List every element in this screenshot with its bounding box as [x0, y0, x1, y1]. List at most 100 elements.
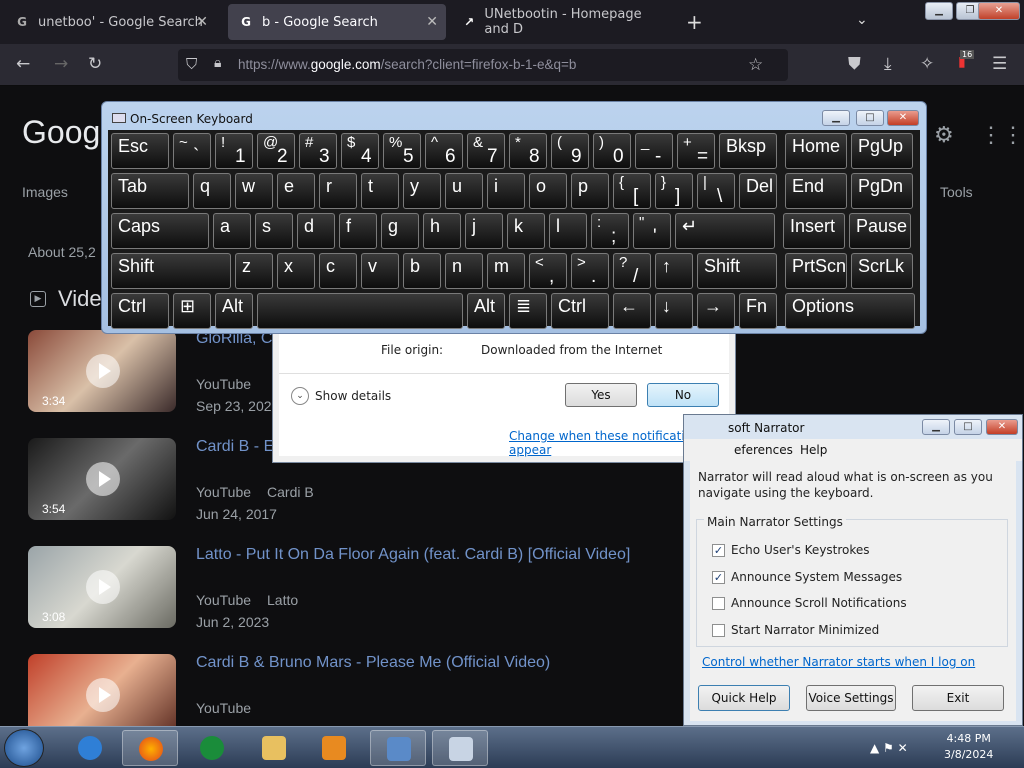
forward-icon[interactable]: → — [54, 54, 68, 74]
key-f[interactable]: f — [339, 213, 377, 249]
url-text[interactable]: https://www.google.com/search?client=fir… — [238, 57, 576, 72]
key-v[interactable]: v — [361, 253, 399, 289]
show-details-toggle[interactable]: ⌄ Show details — [291, 387, 391, 405]
checkbox-checked-icon[interactable]: ✓ — [712, 570, 725, 584]
maximize-button[interactable]: □ — [954, 419, 982, 435]
key-m[interactable]: m — [487, 253, 525, 289]
key-u[interactable]: u — [445, 173, 483, 209]
key-comma[interactable]: <, — [529, 253, 567, 289]
key-w[interactable]: w — [235, 173, 273, 209]
key-backslash[interactable]: | \ — [697, 173, 735, 209]
extensions-icon[interactable]: ✧ — [920, 54, 934, 74]
key-d[interactable]: d — [297, 213, 335, 249]
key-semicolon[interactable]: :; — [591, 213, 629, 249]
minimize-button[interactable]: ▁ — [922, 419, 950, 435]
key-slash[interactable]: ? / — [613, 253, 651, 289]
url-bar[interactable]: ⛉ 🔒︎ https://www.google.com/search?clien… — [178, 49, 788, 81]
settings-gear-icon[interactable]: ⚙ — [934, 122, 954, 148]
video-thumbnail[interactable]: 3:34 — [28, 330, 176, 412]
checkbox-start-minimized[interactable]: Start Narrator Minimized — [712, 623, 879, 637]
checkbox-announce-scroll[interactable]: Announce Scroll Notifications — [712, 596, 907, 610]
taskbar-explorer[interactable] — [246, 730, 302, 766]
minimize-button[interactable]: ▁ — [925, 2, 953, 20]
key-1[interactable]: ! 1 — [215, 133, 253, 169]
key-rshift[interactable]: Shift — [697, 253, 777, 289]
taskbar-osk[interactable] — [432, 730, 488, 766]
key-del[interactable]: Del — [739, 173, 777, 209]
lock-icon[interactable]: 🔒︎ — [214, 55, 221, 71]
video-thumbnail[interactable]: 3:08 — [28, 546, 176, 628]
key-lshift[interactable]: Shift — [111, 253, 231, 289]
checkbox-checked-icon[interactable]: ✓ — [712, 543, 725, 557]
key-e[interactable]: e — [277, 173, 315, 209]
list-tabs-icon[interactable]: ⌄ — [856, 12, 868, 28]
key-z[interactable]: z — [235, 253, 273, 289]
logon-link[interactable]: Control whether Narrator starts when I l… — [702, 655, 975, 669]
key-scrlk[interactable]: ScrLk — [851, 253, 913, 289]
back-icon[interactable]: ← — [16, 54, 30, 74]
key-k[interactable]: k — [507, 213, 545, 249]
key-pause[interactable]: Pause — [849, 213, 911, 249]
key-lbracket[interactable]: {[ — [613, 173, 651, 209]
checkbox-announce-system[interactable]: ✓ Announce System Messages — [712, 570, 902, 584]
menu-preferences[interactable]: eferences — [734, 443, 793, 457]
key-pgdn[interactable]: PgDn — [851, 173, 913, 209]
key-5[interactable]: % 5 — [383, 133, 421, 169]
key-7[interactable]: & 7 — [467, 133, 505, 169]
key-n[interactable]: n — [445, 253, 483, 289]
clock[interactable]: 4:48 PM 3/8/2024 — [944, 731, 993, 763]
pocket-icon[interactable]: ⛊ — [848, 54, 861, 74]
key-x[interactable]: x — [277, 253, 315, 289]
close-tab-icon[interactable]: ✕ — [426, 14, 438, 30]
taskbar-media-player[interactable] — [306, 730, 362, 766]
key-4[interactable]: $4 — [341, 133, 379, 169]
key-insert[interactable]: Insert — [783, 213, 845, 249]
key-3[interactable]: #3 — [299, 133, 337, 169]
close-button[interactable]: ✕ — [887, 110, 919, 126]
key-j[interactable]: j — [465, 213, 503, 249]
key-bksp[interactable]: Bksp — [719, 133, 777, 169]
key-esc[interactable]: Esc — [111, 133, 169, 169]
key-y[interactable]: y — [403, 173, 441, 209]
key-space[interactable] — [257, 293, 463, 329]
key-2[interactable]: @2 — [257, 133, 295, 169]
taskbar-media-center[interactable] — [184, 730, 240, 766]
key-rbracket[interactable]: }] — [655, 173, 693, 209]
menu-icon[interactable]: ☰ — [992, 54, 1007, 74]
nav-images[interactable]: Images — [22, 184, 68, 200]
tab-unetbootin[interactable]: ↗ UNetbootin - Homepage and D — [452, 4, 674, 40]
key-enter[interactable]: ↵ — [675, 213, 775, 249]
key-minus[interactable]: _ - — [635, 133, 673, 169]
key-right[interactable]: → — [697, 293, 735, 329]
no-button[interactable]: No — [647, 383, 719, 407]
key-period[interactable]: >. — [571, 253, 609, 289]
key-a[interactable]: a — [213, 213, 251, 249]
key-pgup[interactable]: PgUp — [851, 133, 913, 169]
key-options[interactable]: Options — [785, 293, 915, 329]
key-c[interactable]: c — [319, 253, 357, 289]
voice-settings-button[interactable]: Voice Settings — [806, 685, 896, 711]
key-t[interactable]: t — [361, 173, 399, 209]
key-home[interactable]: Home — [785, 133, 847, 169]
key-down[interactable]: ↓ — [655, 293, 693, 329]
checkbox-echo-keystrokes[interactable]: ✓ Echo User's Keystrokes — [712, 543, 870, 557]
quick-help-button[interactable]: Quick Help — [698, 685, 790, 711]
exit-button[interactable]: Exit — [912, 685, 1004, 711]
video-title[interactable]: Cardi B - E — [196, 438, 274, 456]
key-ralt[interactable]: Alt — [467, 293, 505, 329]
key-caps[interactable]: Caps — [111, 213, 209, 249]
system-tray[interactable]: ▲ ⚑ ✕ — [870, 741, 908, 755]
key-tab[interactable]: Tab — [111, 173, 189, 209]
key-g[interactable]: g — [381, 213, 419, 249]
key-fn[interactable]: Fn — [739, 293, 777, 329]
new-tab-button[interactable]: + — [686, 10, 703, 34]
key-l[interactable]: l — [549, 213, 587, 249]
video-title[interactable]: Latto - Put It On Da Floor Again (feat. … — [196, 546, 630, 564]
tab-unetboo-search[interactable]: G unetboo' - Google Search ✕ — [4, 4, 216, 40]
key-up[interactable]: ↑ — [655, 253, 693, 289]
key-tilde[interactable]: ~ ` — [173, 133, 211, 169]
key-menu[interactable]: ≣ — [509, 293, 547, 329]
yes-button[interactable]: Yes — [565, 383, 637, 407]
key-9[interactable]: (9 — [551, 133, 589, 169]
menu-help[interactable]: Help — [800, 443, 827, 457]
